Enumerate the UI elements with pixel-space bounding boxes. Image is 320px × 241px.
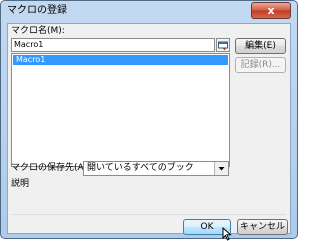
window-title: マクロの登録 — [7, 5, 67, 16]
range-select-button[interactable] — [216, 38, 230, 52]
dialog-window: マクロの登録 x マクロ名(M): Macro1 Macro1 編集(E) 記録… — [0, 0, 298, 241]
list-item[interactable]: Macro1 — [13, 55, 228, 65]
save-location-select[interactable]: 開いているすべてのブック — [83, 161, 229, 176]
cancel-button[interactable]: キャンセル — [237, 219, 288, 235]
range-select-icon — [218, 41, 228, 51]
record-button[interactable]: 記録(R)... — [235, 57, 286, 73]
dialog-body: マクロ名(M): Macro1 Macro1 編集(E) 記録(R)... マク… — [7, 23, 291, 235]
close-button[interactable]: x — [251, 2, 291, 19]
save-location-label: マクロの保存先(A): — [11, 163, 91, 173]
chevron-down-icon — [218, 167, 225, 171]
dropdown-button[interactable] — [214, 162, 228, 175]
separator-line — [11, 214, 286, 215]
description-field[interactable] — [11, 188, 230, 210]
close-icon: x — [267, 4, 275, 17]
edit-button[interactable]: 編集(E) — [235, 38, 286, 54]
macro-name-label: マクロ名(M): — [11, 26, 65, 36]
mouse-cursor-icon — [222, 227, 232, 241]
macro-name-input[interactable]: Macro1 — [11, 38, 215, 52]
save-location-value: 開いているすべてのブック — [87, 163, 194, 173]
macro-list[interactable]: Macro1 — [11, 53, 230, 167]
